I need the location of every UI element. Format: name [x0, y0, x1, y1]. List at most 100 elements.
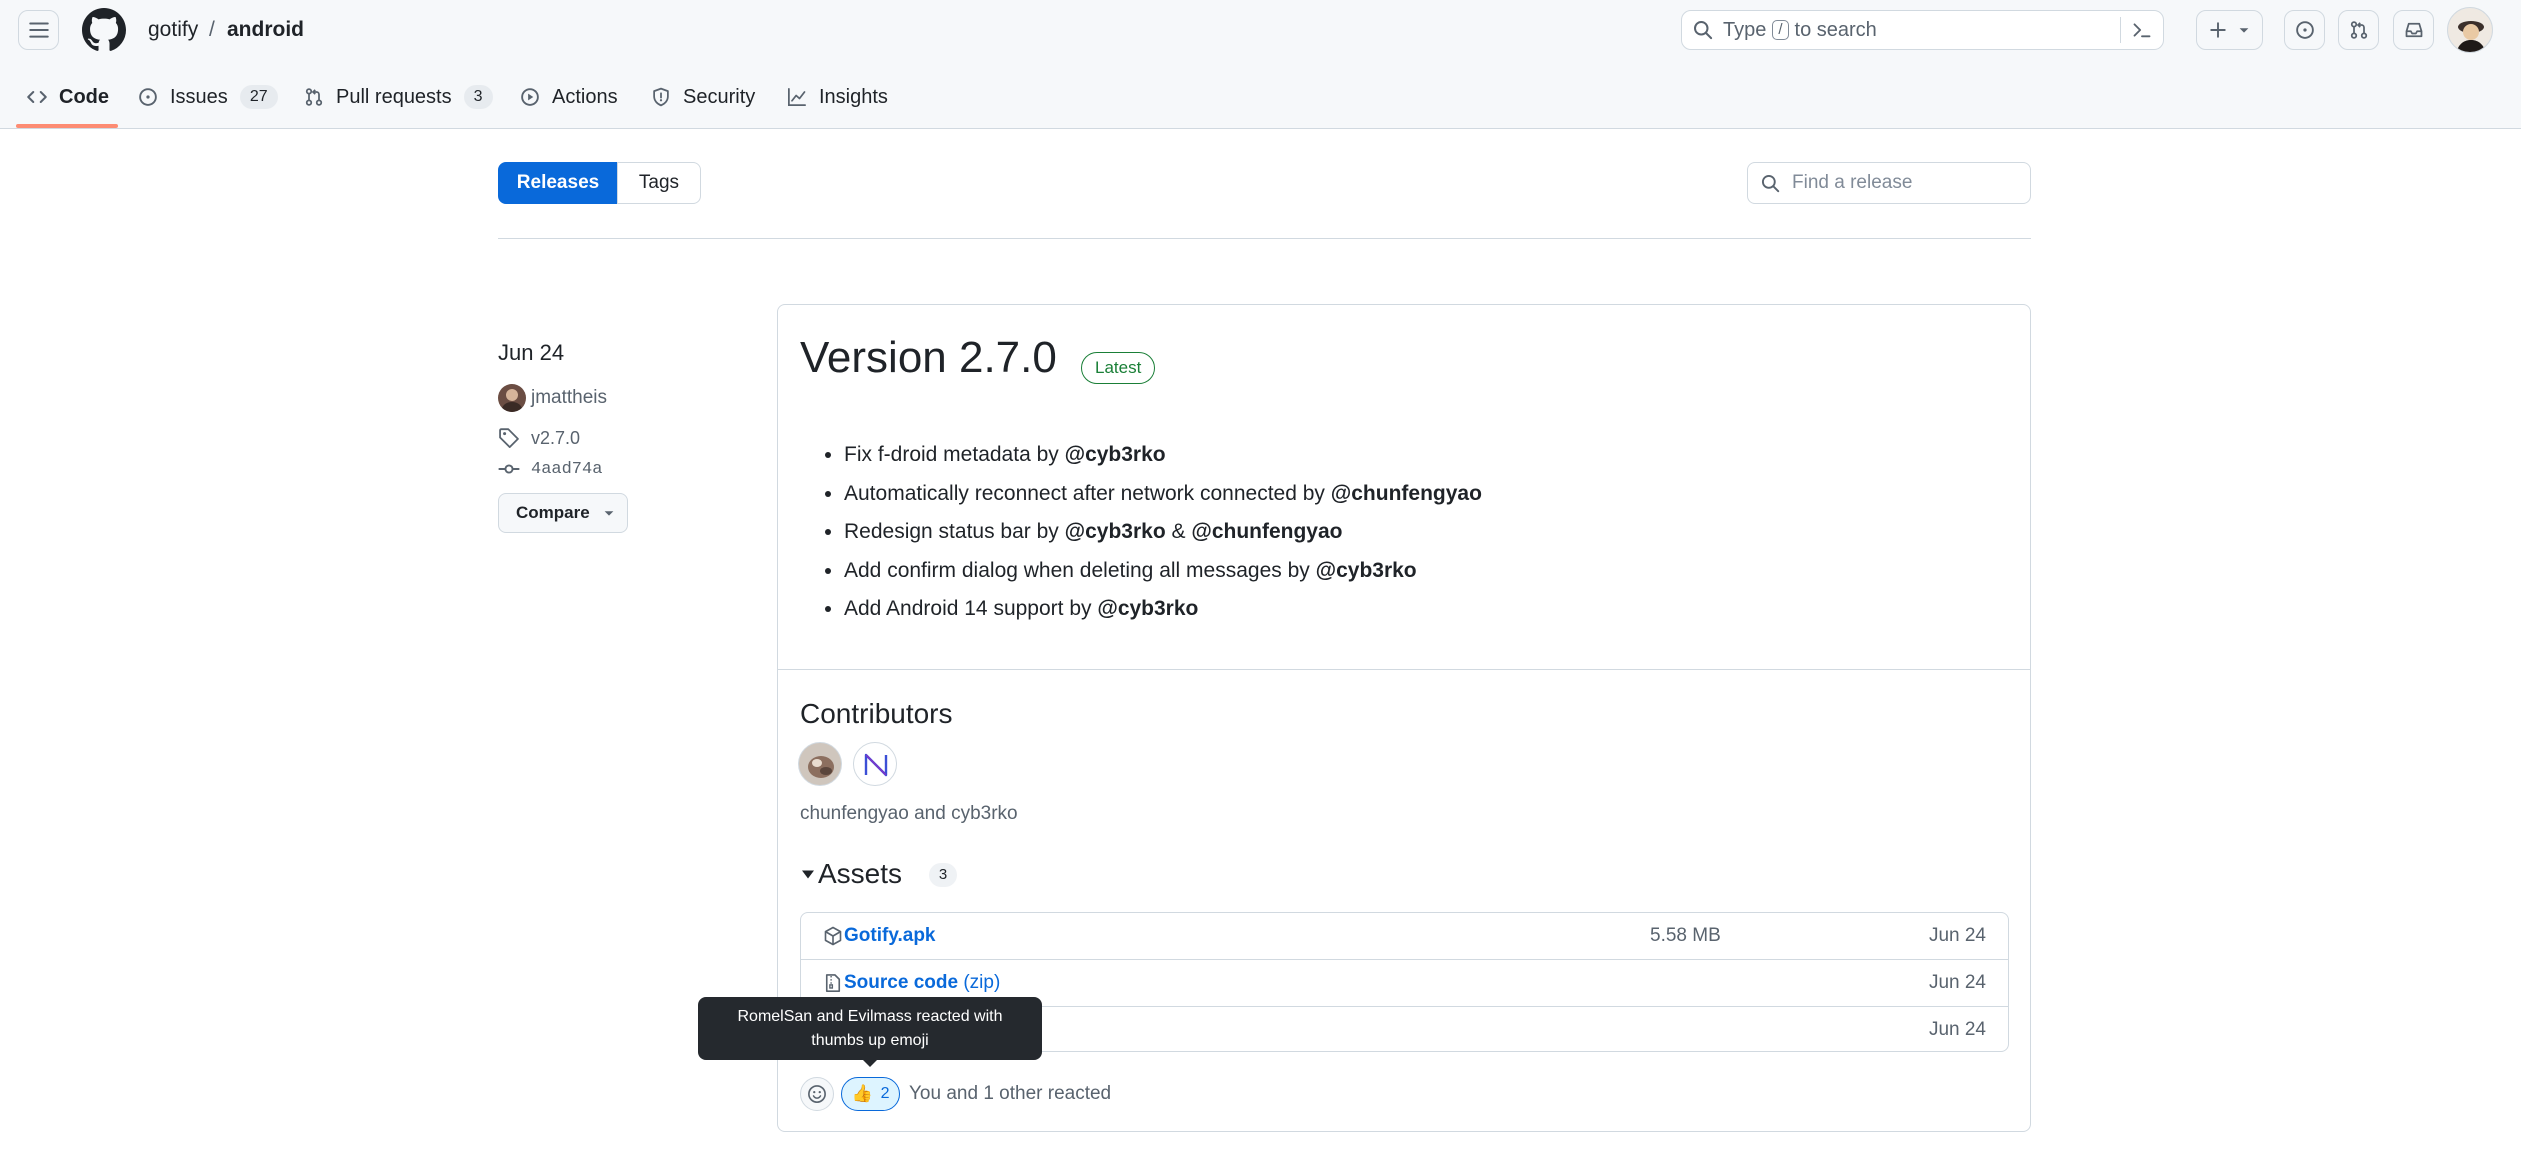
active-tab-indicator	[16, 124, 118, 128]
reaction-tooltip-text: RomelSan and Evilmass reacted with thumb…	[737, 1007, 1003, 1049]
smiley-icon	[808, 1085, 826, 1103]
asset-name: Source code	[844, 972, 959, 993]
thumbs-up-reaction-button[interactable]: 👍 2	[841, 1077, 900, 1111]
tab-insights-label: Insights	[819, 85, 888, 108]
card-divider	[778, 669, 2030, 670]
notifications-button[interactable]	[2393, 10, 2434, 50]
author-avatar	[498, 384, 526, 412]
asset-link[interactable]: Gotify.apk	[844, 925, 936, 947]
release-notes: Fix f-droid metadata by @cyb3rko Automat…	[800, 436, 2024, 629]
command-palette-icon[interactable]	[2132, 20, 2152, 40]
note-text: Add Android 14 support by	[844, 597, 1098, 620]
find-release-input[interactable]: Find a release	[1747, 162, 2031, 204]
breadcrumb-repo[interactable]: android	[227, 15, 304, 45]
avatar-icon	[501, 389, 523, 412]
asset-date: Jun 24	[1928, 972, 1986, 993]
graph-icon	[788, 88, 806, 106]
contributor-avatar-chunfengyao[interactable]	[798, 742, 842, 786]
create-new-button[interactable]	[2196, 10, 2263, 50]
assets-count: 3	[929, 863, 957, 887]
tags-tab-button[interactable]: Tags	[617, 162, 701, 204]
contributors-heading: Contributors	[800, 698, 953, 729]
release-tag[interactable]: v2.7.0	[498, 427, 580, 449]
tab-issues[interactable]: Issues 27	[138, 72, 278, 122]
reaction-tooltip: RomelSan and Evilmass reacted with thumb…	[698, 997, 1042, 1060]
compare-label: Compare	[516, 503, 590, 522]
release-note-item: Fix f-droid metadata by @cyb3rko	[844, 436, 2024, 475]
triangle-down-icon	[802, 870, 814, 879]
issues-count: 27	[239, 85, 278, 109]
pull-requests-button[interactable]	[2338, 10, 2379, 50]
hamburger-icon	[28, 22, 49, 38]
release-title[interactable]: Version 2.7.0	[800, 330, 1057, 386]
assets-toggle[interactable]: Assets	[800, 855, 902, 893]
tag-icon	[499, 428, 519, 448]
note-text: Fix f-droid metadata by	[844, 443, 1065, 466]
issue-opened-icon	[2295, 21, 2314, 39]
release-author[interactable]: jmattheis	[498, 384, 607, 412]
asset-suffix: (zip)	[963, 972, 1001, 993]
user-mention[interactable]: @chunfengyao	[1331, 482, 1482, 505]
file-zip-icon	[825, 974, 841, 992]
tab-pull-requests[interactable]: Pull requests 3	[304, 72, 493, 122]
global-search-input[interactable]: Type / to search	[1681, 10, 2164, 50]
github-logo[interactable]	[82, 8, 126, 52]
release-date: Jun 24	[498, 340, 564, 366]
thumbs-up-icon: 👍	[851, 1084, 873, 1103]
user-mention[interactable]: @cyb3rko	[1065, 520, 1166, 543]
user-mention[interactable]: @cyb3rko	[1316, 559, 1417, 582]
menu-button[interactable]	[18, 10, 59, 50]
releases-tab-label: Releases	[516, 172, 600, 193]
plus-icon	[2209, 22, 2226, 38]
tab-code[interactable]: Code	[27, 72, 109, 122]
add-reaction-button[interactable]	[800, 1077, 834, 1111]
user-mention[interactable]: @cyb3rko	[1097, 597, 1198, 620]
breadcrumb-owner[interactable]: gotify	[148, 15, 198, 45]
play-icon	[521, 88, 539, 106]
releases-tab-button[interactable]: Releases	[498, 162, 618, 204]
contributor-avatar-cyb3rko[interactable]	[853, 742, 897, 786]
search-prefix: Type	[1723, 18, 1767, 41]
package-icon	[824, 926, 842, 946]
search-shortcut-key: /	[1772, 20, 1789, 40]
avatar-icon	[2456, 21, 2486, 52]
tab-actions[interactable]: Actions	[520, 72, 618, 122]
user-avatar[interactable]	[2447, 7, 2493, 53]
tag-name: v2.7.0	[531, 427, 581, 448]
avatar-icon	[808, 756, 834, 778]
pull-requests-count: 3	[463, 85, 493, 109]
latest-badge: Latest	[1081, 352, 1156, 384]
release-commit[interactable]: 4aad74a	[498, 458, 602, 480]
note-text: Automatically reconnect after network co…	[844, 481, 1331, 505]
tab-actions-label: Actions	[552, 85, 618, 108]
release-note-item: Add Android 14 support by @cyb3rko	[844, 590, 2024, 629]
subnav-divider	[498, 238, 2031, 239]
issues-button[interactable]	[2284, 10, 2325, 50]
user-mention[interactable]: @chunfengyao	[1191, 520, 1342, 543]
triangle-down-icon	[604, 511, 614, 516]
contributors-names: chunfengyao and cyb3rko	[800, 803, 1018, 824]
commit-sha: 4aad74a	[531, 459, 603, 479]
tab-security[interactable]: Security	[651, 72, 755, 122]
tab-insights[interactable]: Insights	[787, 72, 888, 122]
asset-link[interactable]: Source code (zip)	[844, 972, 1000, 994]
author-name: jmattheis	[531, 387, 608, 408]
breadcrumb-separator: /	[209, 18, 215, 41]
search-icon	[1693, 20, 1713, 40]
shield-icon	[653, 87, 669, 107]
asset-date: Jun 24	[1928, 1019, 1986, 1040]
asset-row: Gotify.apk 5.58 MB Jun 24	[801, 913, 2008, 959]
git-pull-request-icon	[305, 88, 323, 106]
search-divider	[2120, 17, 2121, 43]
git-pull-request-icon	[2350, 21, 2367, 39]
reaction-count: 2	[880, 1085, 890, 1102]
tab-code-label: Code	[59, 85, 109, 108]
release-note-item: Redesign status bar by @cyb3rko & @chunf…	[844, 513, 2024, 552]
user-mention[interactable]: @cyb3rko	[1065, 443, 1166, 466]
find-release-placeholder: Find a release	[1792, 172, 1913, 193]
reaction-summary: You and 1 other reacted	[909, 1083, 1112, 1104]
tab-pull-requests-label: Pull requests	[336, 85, 452, 108]
tags-tab-label: Tags	[638, 172, 680, 193]
compare-button[interactable]: Compare	[498, 493, 628, 533]
note-text: Add confirm dialog when deleting all mes…	[844, 558, 1316, 582]
